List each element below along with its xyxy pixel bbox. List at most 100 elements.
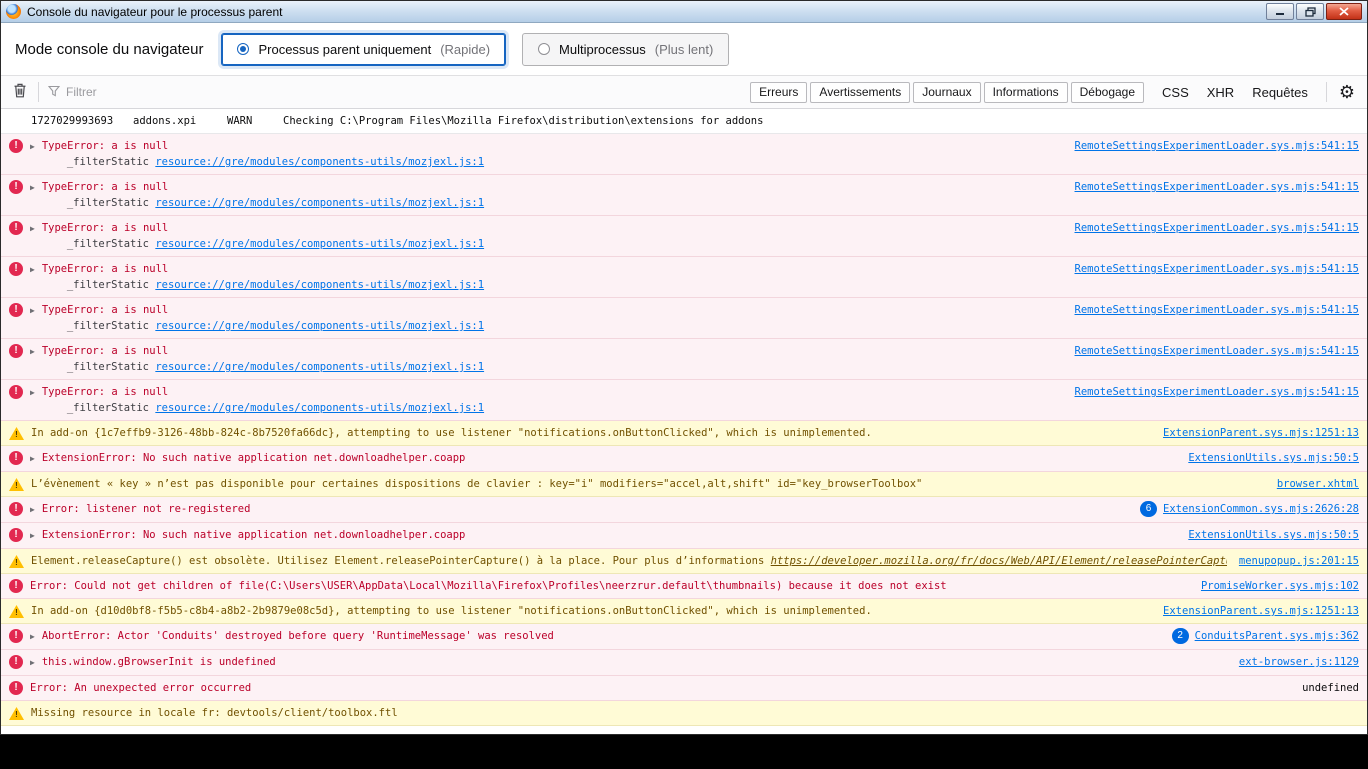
source-location-link[interactable]: ExtensionUtils.sys.mjs:50:5 <box>1188 527 1359 543</box>
mode-option-1[interactable]: Multiprocessus (Plus lent) <box>522 32 730 66</box>
browser-console-window: Console du navigateur pour le processus … <box>0 0 1368 735</box>
stack-source-link[interactable]: resource://gre/modules/components-utils/… <box>155 156 484 168</box>
expand-arrow-icon[interactable]: ▶ <box>30 502 35 518</box>
log-message: Error: An unexpected error occurred <box>30 682 252 694</box>
expand-arrow-icon[interactable]: ▶ <box>30 528 35 544</box>
filter-button-informations[interactable]: Informations <box>983 81 1068 103</box>
expand-arrow-icon[interactable]: ▶ <box>30 385 35 401</box>
stack-source-link[interactable]: resource://gre/modules/components-utils/… <box>155 238 484 250</box>
source-location-link[interactable]: ext-browser.js:1129 <box>1239 654 1359 670</box>
row-right-group: 2 ConduitsParent.sys.mjs:362 <box>1160 628 1359 644</box>
source-location-link[interactable]: RemoteSettingsExperimentLoader.sys.mjs:5… <box>1075 302 1359 318</box>
mode-option-0[interactable]: Processus parent uniquement (Rapide) <box>221 32 507 66</box>
source-location-link[interactable]: ExtensionParent.sys.mjs:1251:13 <box>1163 425 1359 441</box>
log-row[interactable]: ! ▶ Error: listener not re-registered 6 Exte… <box>1 497 1367 523</box>
warning-icon: ! <box>9 478 24 491</box>
expand-arrow-icon[interactable]: ▶ <box>30 139 35 155</box>
log-text: Checking C:\Program Files\Mozilla Firefo… <box>283 115 764 127</box>
source-location-link[interactable]: browser.xhtml <box>1277 476 1359 492</box>
minimize-button[interactable] <box>1266 3 1294 20</box>
log-row[interactable]: ! Error: Could not get children of file(C… <box>1 574 1367 599</box>
log-row[interactable]: ! ▶ this.window.gBrowserInit is undefined e… <box>1 650 1367 676</box>
expand-arrow-icon[interactable]: ▶ <box>30 344 35 360</box>
log-row[interactable]: ! ▶ TypeError: a is null _filterStatic reso… <box>1 175 1367 216</box>
stack-source-link[interactable]: resource://gre/modules/components-utils/… <box>155 402 484 414</box>
restore-button[interactable] <box>1296 3 1324 20</box>
error-icon: ! <box>9 344 23 358</box>
stack-source-link[interactable]: resource://gre/modules/components-utils/… <box>155 197 484 209</box>
log-message: this.window.gBrowserInit is undefined <box>41 656 276 668</box>
log-row[interactable]: ! ▶ TypeError: a is null _filterStatic reso… <box>1 380 1367 421</box>
repeat-count-badge: 2 <box>1171 628 1189 644</box>
error-icon: ! <box>9 681 23 695</box>
message-link[interactable]: https://developer.mozilla.org/fr/docs/We… <box>771 555 1227 567</box>
source-location-link[interactable]: RemoteSettingsExperimentLoader.sys.mjs:5… <box>1075 179 1359 195</box>
log-message: Error: listener not re-registered <box>41 503 251 515</box>
source-location-link[interactable]: ConduitsParent.sys.mjs:362 <box>1195 628 1359 644</box>
log-message: In add-on {d10d0bf8-f5b5-c8b4-a8b2-2b987… <box>31 605 872 617</box>
row-right-group: RemoteSettingsExperimentLoader.sys.mjs:5… <box>1063 220 1359 236</box>
filter-placeholder: Filtrer <box>66 85 97 99</box>
settings-gear-icon[interactable]: ⚙ <box>1337 83 1357 101</box>
filter-button-erreurs[interactable]: Erreurs <box>750 81 808 103</box>
log-timestamp: 1727029993693 <box>31 115 114 127</box>
error-icon: ! <box>9 221 23 235</box>
log-row[interactable]: ! ▶ TypeError: a is null _filterStatic reso… <box>1 257 1367 298</box>
error-icon: ! <box>9 579 23 593</box>
log-row[interactable]: ! ▶ TypeError: a is null _filterStatic reso… <box>1 339 1367 380</box>
filter-button-débogage[interactable]: Débogage <box>1070 81 1145 103</box>
source-location-link[interactable]: ExtensionUtils.sys.mjs:50:5 <box>1188 450 1359 466</box>
log-row[interactable]: ! ▶ TypeError: a is null _filterStatic reso… <box>1 134 1367 175</box>
expand-arrow-icon[interactable]: ▶ <box>30 180 35 196</box>
log-row[interactable]: ! In add-on {d10d0bf8-f5b5-c8b4-a8b2-2b98… <box>1 599 1367 624</box>
source-location-link[interactable]: PromiseWorker.sys.mjs:102 <box>1201 578 1359 594</box>
source-location-link[interactable]: RemoteSettingsExperimentLoader.sys.mjs:5… <box>1075 343 1359 359</box>
titlebar[interactable]: Console du navigateur pour le processus … <box>1 1 1367 23</box>
log-message: TypeError: a is null _filterStatic resour… <box>42 343 1063 375</box>
log-row[interactable]: ! ▶ ExtensionError: No such native applica… <box>1 446 1367 472</box>
source-location-link[interactable]: RemoteSettingsExperimentLoader.sys.mjs:5… <box>1075 261 1359 277</box>
log-row[interactable]: ! ▶ TypeError: a is null _filterStatic reso… <box>1 298 1367 339</box>
filter-button-css[interactable]: CSS <box>1162 85 1189 100</box>
filter-button-xhr[interactable]: XHR <box>1207 85 1234 100</box>
error-icon: ! <box>9 385 23 399</box>
source-location-link[interactable]: RemoteSettingsExperimentLoader.sys.mjs:5… <box>1075 220 1359 236</box>
log-row[interactable]: 1727029993693 addons.xpi WARN Checking C:\P… <box>1 109 1367 134</box>
expand-arrow-icon[interactable]: ▶ <box>30 221 35 237</box>
warning-icon: ! <box>9 605 24 618</box>
expand-arrow-icon[interactable]: ▶ <box>30 262 35 278</box>
log-row[interactable]: ! Error: An unexpected error occurred unde… <box>1 676 1367 701</box>
log-row[interactable]: ! L’évènement « key » n’est pas disponibl… <box>1 472 1367 497</box>
stack-source-link[interactable]: resource://gre/modules/components-utils/… <box>155 279 484 291</box>
expand-arrow-icon[interactable]: ▶ <box>30 655 35 671</box>
source-location-link[interactable]: menupopup.js:201:15 <box>1239 553 1359 569</box>
window-controls <box>1266 3 1362 20</box>
filter-button-requêtes[interactable]: Requêtes <box>1252 85 1308 100</box>
firefox-icon <box>6 4 21 19</box>
clear-console-button[interactable] <box>11 81 29 103</box>
expand-arrow-icon[interactable]: ▶ <box>30 303 35 319</box>
log-row[interactable]: ! Element.releaseCapture() est obsolète. … <box>1 549 1367 574</box>
error-icon: ! <box>9 528 23 542</box>
stack-source-link[interactable]: resource://gre/modules/components-utils/… <box>155 320 484 332</box>
close-button[interactable] <box>1326 3 1362 20</box>
source-location-link[interactable]: RemoteSettingsExperimentLoader.sys.mjs:5… <box>1075 384 1359 400</box>
source-location-link[interactable]: ExtensionParent.sys.mjs:1251:13 <box>1163 603 1359 619</box>
source-location-link[interactable]: ExtensionCommon.sys.mjs:2626:28 <box>1163 501 1359 517</box>
filter-button-avertissements[interactable]: Avertissements <box>810 81 911 103</box>
console-mode-bar: Mode console du navigateur Processus par… <box>1 23 1367 76</box>
log-level: WARN <box>227 115 253 127</box>
log-row[interactable]: ! ▶ ExtensionError: No such native applica… <box>1 523 1367 549</box>
log-row[interactable]: ! ▶ TypeError: a is null _filterStatic reso… <box>1 216 1367 257</box>
filter-button-journaux[interactable]: Journaux <box>913 81 981 103</box>
log-row[interactable]: ! In add-on {1c7effb9-3126-48bb-824c-8b75… <box>1 421 1367 446</box>
row-right-group: ExtensionUtils.sys.mjs:50:5 <box>1176 527 1359 543</box>
filter-input[interactable]: Filtrer <box>47 85 218 100</box>
stack-function-name: _filterStatic <box>66 361 150 373</box>
log-row[interactable]: ! ▶ AbortError: Actor 'Conduits' destroyed… <box>1 624 1367 650</box>
log-row[interactable]: ! Missing resource in locale fr: devtools… <box>1 701 1367 726</box>
expand-arrow-icon[interactable]: ▶ <box>30 629 35 645</box>
stack-source-link[interactable]: resource://gre/modules/components-utils/… <box>155 361 484 373</box>
expand-arrow-icon[interactable]: ▶ <box>30 451 35 467</box>
source-location-link[interactable]: RemoteSettingsExperimentLoader.sys.mjs:5… <box>1075 138 1359 154</box>
